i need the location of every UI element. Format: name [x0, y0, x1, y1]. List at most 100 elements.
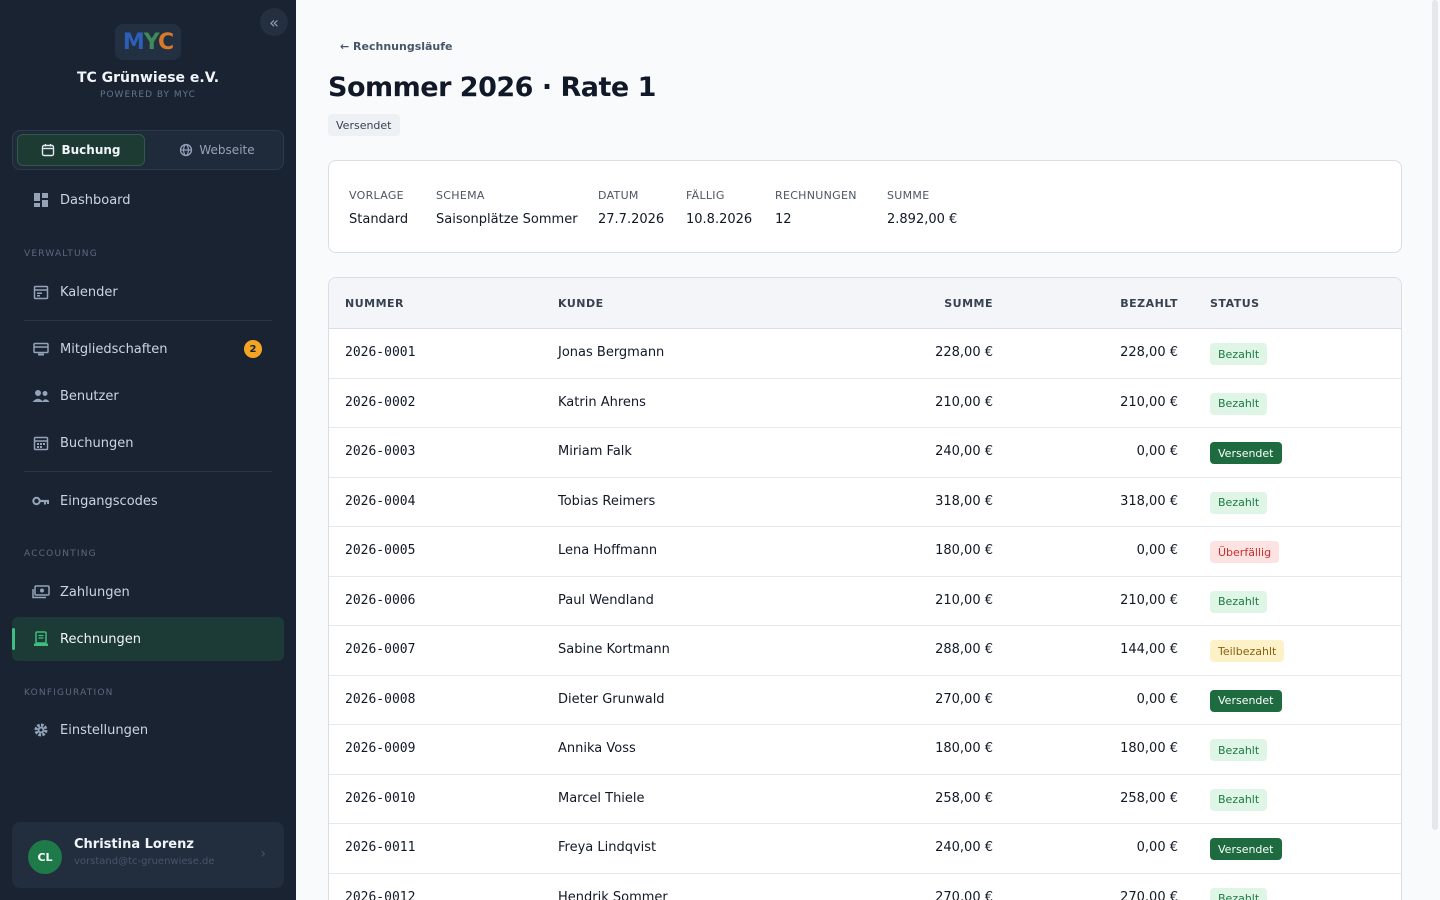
summary-value: 12	[775, 212, 792, 227]
invoice-number[interactable]: 2026-0005	[345, 543, 415, 558]
table-row[interactable]: 2026-0012 Hendrik Sommer 270,00 € 270,00 € B…	[329, 874, 1401, 900]
table-row[interactable]: 2026-0007 Sabine Kortmann 288,00 € 144,00 €…	[329, 626, 1401, 676]
customer-name: Katrin Ahrens	[558, 394, 646, 410]
summary-value: 27.7.2026	[598, 212, 665, 227]
table-row[interactable]: 2026-0002 Katrin Ahrens 210,00 € 210,00 € Be…	[329, 379, 1401, 428]
sidebar-item-label: Mitgliedschaften	[60, 341, 168, 357]
switch-website-label: Webseite	[199, 143, 255, 157]
sidebar-item-label: Zahlungen	[60, 584, 130, 600]
invoice-paid: 144,00 €	[1120, 642, 1178, 657]
status-badge: Versendet	[1210, 689, 1282, 712]
sidebar-item-label: Kalender	[60, 284, 118, 300]
status-badge: Teilbezahlt	[1210, 640, 1285, 662]
summary-value: Standard	[349, 212, 409, 227]
sidebar-item-users[interactable]: Benutzer	[12, 374, 284, 418]
invoice-number[interactable]: 2026-0001	[345, 345, 415, 360]
calendar-icon	[42, 144, 55, 157]
summary-label: DATUM	[598, 189, 639, 202]
sidebar-item-payments[interactable]: Zahlungen	[12, 570, 284, 614]
invoice-sum: 240,00 €	[935, 444, 993, 459]
sidebar-item-label: Buchungen	[60, 435, 134, 451]
org-name: TC Grünwiese e.V.	[76, 70, 220, 86]
table-row[interactable]: 2026-0001 Jonas Bergmann 228,00 € 228,00 € B…	[329, 329, 1401, 379]
invoice-number[interactable]: 2026-0012	[345, 890, 415, 900]
column-header-status[interactable]: STATUS	[1210, 297, 1260, 310]
table-row[interactable]: 2026-0010 Marcel Thiele 258,00 € 258,00 € Be…	[329, 775, 1401, 824]
switch-booking-button[interactable]: Buchung	[17, 134, 145, 166]
card-icon	[32, 340, 50, 358]
sidebar: « MYC TC Grünwiese e.V. POWERED BY MYC B…	[0, 0, 296, 900]
invoice-sum: 258,00 €	[935, 790, 993, 806]
invoice-sum: 210,00 €	[935, 394, 993, 410]
status-badge: Versendet	[1210, 838, 1282, 860]
summary-label: SUMME	[887, 189, 930, 202]
sidebar-item-invoices[interactable]: Rechnungen	[12, 617, 284, 661]
invoice-paid: 0,00 €	[1136, 444, 1178, 459]
table-row[interactable]: 2026-0003 Miriam Falk 240,00 € 0,00 € Versen…	[329, 428, 1401, 478]
sidebar-item-label: Dashboard	[60, 192, 131, 208]
invoice-number[interactable]: 2026-0011	[345, 840, 415, 855]
invoice-table: NUMMER KUNDE SUMME BEZAHLT STATUS 2026-0…	[328, 277, 1402, 900]
invoice-number[interactable]: 2026-0003	[345, 444, 415, 459]
back-link[interactable]: ← Rechnungsläufe	[340, 40, 453, 53]
column-header-sum[interactable]: SUMME	[944, 297, 993, 310]
invoice-paid: 210,00 €	[1120, 394, 1178, 410]
switch-website-button[interactable]: Webseite	[153, 134, 281, 166]
invoice-sum: 270,00 €	[935, 889, 993, 900]
table-row[interactable]: 2026-0011 Freya Lindqvist 240,00 € 0,00 € Ve…	[329, 824, 1401, 874]
sidebar-item-bookings[interactable]: Buchungen	[12, 421, 284, 465]
table-row[interactable]: 2026-0008 Dieter Grunwald 270,00 € 0,00 € Ve…	[329, 676, 1401, 725]
table-row[interactable]: 2026-0004 Tobias Reimers 318,00 € 318,00 € B…	[329, 478, 1401, 527]
page-title: Sommer 2026 · Rate 1	[328, 72, 656, 103]
column-header-customer[interactable]: KUNDE	[558, 297, 604, 310]
table-row[interactable]: 2026-0005 Lena Hoffmann 180,00 € 0,00 € Über…	[329, 527, 1401, 577]
table-row[interactable]: 2026-0009 Annika Voss 180,00 € 180,00 € Beza…	[329, 725, 1401, 775]
sidebar-item-access-codes[interactable]: Eingangscodes	[12, 479, 284, 523]
dashboard-icon	[32, 191, 50, 209]
customer-name: Paul Wendland	[558, 592, 654, 608]
customer-name: Hendrik Sommer	[558, 889, 668, 900]
summary-schema: SCHEMA Saisonplätze Sommer	[436, 189, 578, 227]
customer-name: Annika Voss	[558, 741, 636, 756]
invoice-number[interactable]: 2026-0007	[345, 642, 415, 657]
sidebar-item-label: Benutzer	[60, 388, 119, 404]
invoice-paid: 318,00 €	[1120, 493, 1178, 509]
sidebar-item-calendar[interactable]: Kalender	[12, 270, 284, 314]
customer-name: Freya Lindqvist	[558, 840, 657, 855]
status-badge: Bezahlt	[1210, 590, 1268, 613]
invoice-number[interactable]: 2026-0008	[345, 692, 415, 707]
column-header-number[interactable]: NUMMER	[345, 297, 404, 310]
status-badge: Überfällig	[1210, 541, 1280, 563]
payments-icon	[32, 583, 50, 601]
summary-card: VORLAGE Standard SCHEMA Saisonplätze Som…	[328, 160, 1402, 253]
invoice-number[interactable]: 2026-0004	[345, 494, 415, 509]
calendar-grid-icon	[32, 434, 50, 452]
customer-name: Tobias Reimers	[558, 493, 656, 509]
sidebar-item-memberships[interactable]: Mitgliedschaften 2	[12, 327, 284, 371]
scrollbar[interactable]	[1432, 0, 1438, 830]
calendar-icon	[32, 283, 50, 301]
user-profile-card[interactable]: CL Christina Lorenz vorstand@tc-gruenwie…	[12, 822, 284, 888]
notification-badge: 2	[244, 340, 262, 358]
collapse-sidebar-button[interactable]: «	[260, 8, 288, 36]
table-row[interactable]: 2026-0006 Paul Wendland 210,00 € 210,00 € Be…	[329, 577, 1401, 626]
summary-template: VORLAGE Standard	[349, 189, 408, 227]
invoice-number[interactable]: 2026-0002	[345, 395, 415, 410]
section-label-config: KONFIGURATION	[24, 688, 114, 698]
invoice-number[interactable]: 2026-0010	[345, 791, 415, 806]
customer-name: Sabine Kortmann	[558, 642, 670, 657]
users-icon	[32, 387, 50, 405]
section-label-admin: VERWALTUNG	[24, 249, 98, 259]
invoice-paid: 0,00 €	[1136, 691, 1178, 707]
sidebar-item-settings[interactable]: Einstellungen	[12, 708, 284, 752]
double-chevron-left-icon: «	[269, 12, 279, 32]
status-badge: Bezahlt	[1210, 343, 1268, 365]
column-header-paid[interactable]: BEZAHLT	[1120, 297, 1178, 310]
customer-name: Lena Hoffmann	[558, 543, 658, 558]
summary-value: 2.892,00 €	[887, 212, 958, 227]
invoice-number[interactable]: 2026-0009	[345, 741, 415, 756]
invoice-number[interactable]: 2026-0006	[345, 593, 415, 608]
sidebar-item-dashboard[interactable]: Dashboard	[12, 178, 284, 222]
logo-text: MYC	[122, 29, 174, 55]
invoice-paid: 210,00 €	[1120, 592, 1178, 608]
